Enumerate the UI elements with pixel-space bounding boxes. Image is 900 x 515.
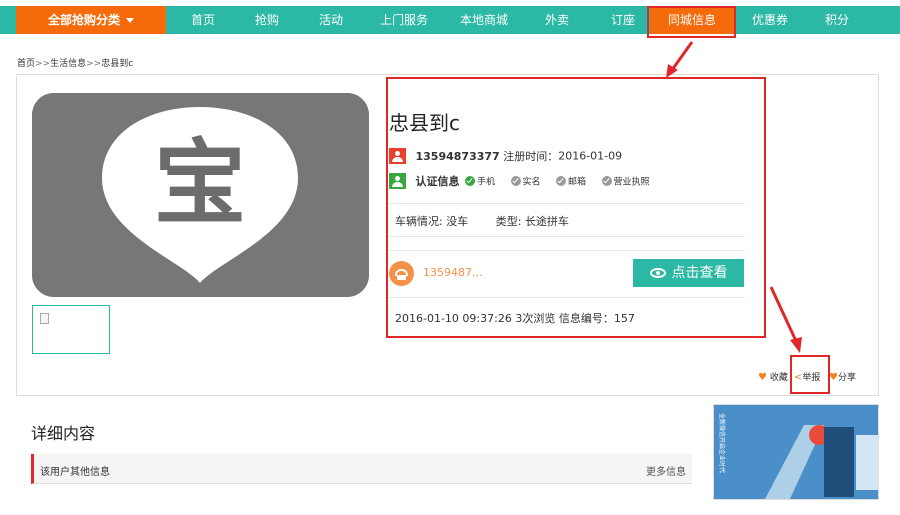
- favorite-button[interactable]: ♥ 收藏: [758, 370, 788, 383]
- highlight-box-local-info: [647, 6, 736, 38]
- bao-logo-image: 宝: [32, 93, 369, 297]
- favorite-label: 收藏: [769, 373, 788, 383]
- breadcrumb-separator: >>: [86, 59, 102, 69]
- main-image[interactable]: 宝: [32, 93, 369, 297]
- annotation-arrow-icon: [769, 286, 802, 353]
- share-button[interactable]: ♥分享: [829, 370, 856, 383]
- top-navigation: 全部抢购分类 首页 抢购 活动 上门服务 本地商城 外卖 订座 同城信息 优惠券…: [0, 0, 900, 41]
- all-categories-label: 全部抢购分类: [47, 13, 120, 27]
- other-info-label: 该用户其他信息: [40, 467, 110, 478]
- heart-icon: ♥: [758, 372, 767, 383]
- logo-character: 宝: [154, 130, 246, 237]
- highlight-box-report: [790, 355, 830, 394]
- nav-item-events[interactable]: 活动: [296, 6, 366, 34]
- chevron-down-icon: [126, 18, 134, 23]
- all-categories-dropdown[interactable]: 全部抢购分类: [16, 6, 166, 34]
- breadcrumb-home[interactable]: 首页: [17, 59, 35, 69]
- breadcrumb-current: 忠县到c: [101, 59, 134, 69]
- highlight-box-post-info: [386, 77, 766, 338]
- ad-image: 全新微信开启企业时代: [714, 405, 878, 499]
- breadcrumb-life-info[interactable]: 生活信息: [50, 59, 86, 69]
- broken-image-icon: [40, 313, 49, 324]
- nav-item-takeout[interactable]: 外卖: [522, 6, 592, 34]
- details-heading: 详细内容: [31, 424, 96, 443]
- ad-text: 全新微信开启企业时代: [718, 413, 726, 473]
- other-info-bar: 该用户其他信息 更多信息: [31, 454, 692, 484]
- heart-icon: ♥: [829, 372, 838, 383]
- thumbnail-image[interactable]: [32, 305, 110, 354]
- breadcrumb-separator: >>: [35, 59, 51, 69]
- annotation-arrow-icon: [666, 41, 694, 78]
- breadcrumb: 首页>>生活信息>>忠县到c: [17, 56, 133, 69]
- nav-item-home-service[interactable]: 上门服务: [366, 6, 442, 34]
- nav-item-home[interactable]: 首页: [168, 6, 238, 34]
- nav-item-local-mall[interactable]: 本地商城: [446, 6, 522, 34]
- share-label: 分享: [837, 373, 856, 383]
- nav-item-points[interactable]: 积分: [802, 6, 872, 34]
- nav-item-coupons[interactable]: 优惠券: [735, 6, 805, 34]
- nav-item-group-buy[interactable]: 抢购: [232, 6, 302, 34]
- more-info-link[interactable]: 更多信息: [646, 463, 686, 478]
- nav-bar: 全部抢购分类 首页 抢购 活动 上门服务 本地商城 外卖 订座 同城信息 优惠券…: [0, 6, 900, 34]
- advertisement-banner[interactable]: 全新微信开启企业时代: [713, 404, 879, 500]
